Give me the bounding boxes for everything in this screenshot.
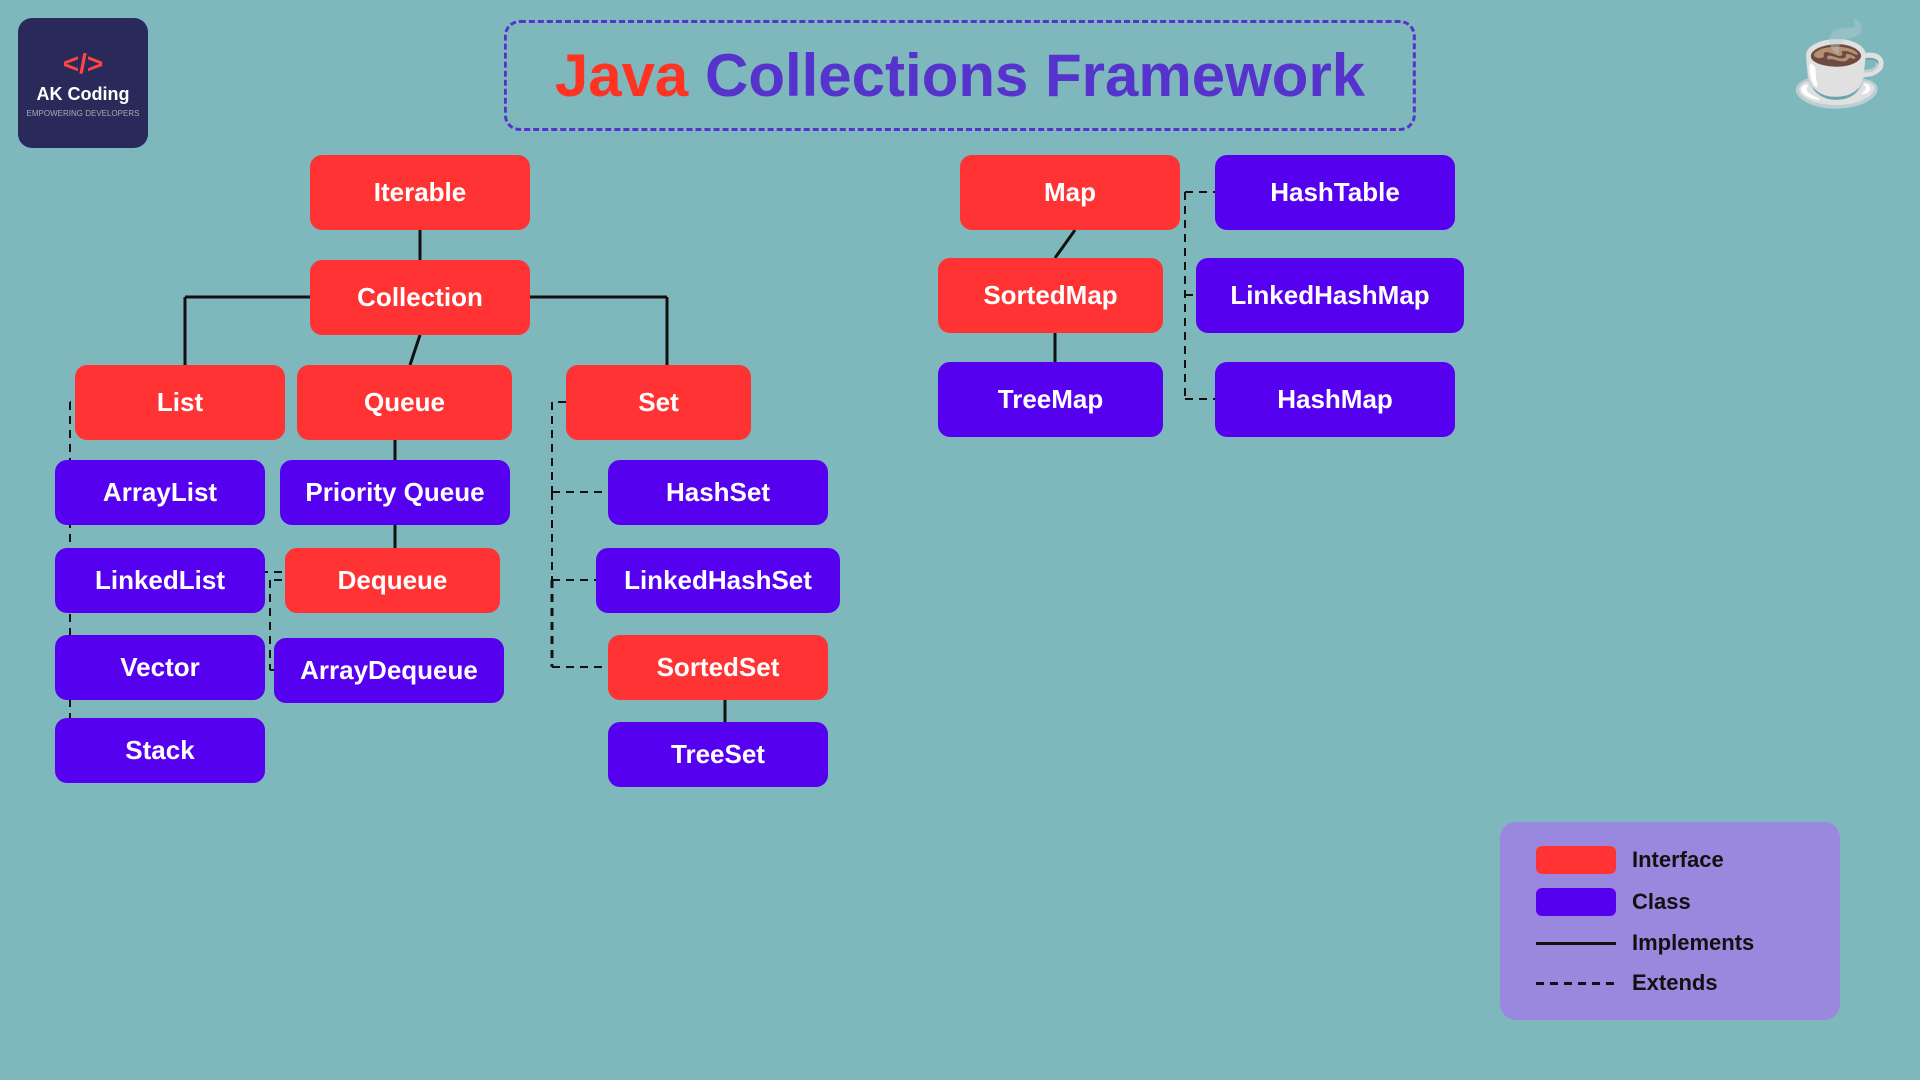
node-treeset: TreeSet <box>608 722 828 787</box>
node-linkedhashset: LinkedHashSet <box>596 548 840 613</box>
node-arraydequeue: ArrayDequeue <box>274 638 504 703</box>
node-hashset: HashSet <box>608 460 828 525</box>
node-priorityqueue: Priority Queue <box>280 460 510 525</box>
node-sortedmap: SortedMap <box>938 258 1163 333</box>
node-list: List <box>75 365 285 440</box>
node-hashtable: HashTable <box>1215 155 1455 230</box>
node-treemap: TreeMap <box>938 362 1163 437</box>
node-set: Set <box>566 365 751 440</box>
java-cup-icon: ☕ <box>1790 18 1890 112</box>
logo-sub: EMPOWERING DEVELOPERS <box>27 109 140 118</box>
node-dequeue: Dequeue <box>285 548 500 613</box>
legend-extends-label: Extends <box>1632 970 1718 996</box>
logo: </> AK Coding EMPOWERING DEVELOPERS <box>18 18 148 148</box>
legend-interface: Interface <box>1536 846 1804 874</box>
legend-extends-dash <box>1536 982 1616 985</box>
legend-implements: Implements <box>1536 930 1804 956</box>
node-queue: Queue <box>297 365 512 440</box>
legend-extends: Extends <box>1536 970 1804 996</box>
node-collection: Collection <box>310 260 530 335</box>
node-linkedhashmap: LinkedHashMap <box>1196 258 1464 333</box>
node-iterable: Iterable <box>310 155 530 230</box>
legend-class-swatch <box>1536 888 1616 916</box>
node-stack: Stack <box>55 718 265 783</box>
logo-code-icon: </> <box>63 48 103 80</box>
legend-class: Class <box>1536 888 1804 916</box>
legend-implements-label: Implements <box>1632 930 1754 956</box>
legend: Interface Class Implements Extends <box>1500 822 1840 1020</box>
node-map: Map <box>960 155 1180 230</box>
node-linkedlist: LinkedList <box>55 548 265 613</box>
node-sortedset: SortedSet <box>608 635 828 700</box>
legend-implements-line <box>1536 942 1616 945</box>
node-hashmap: HashMap <box>1215 362 1455 437</box>
legend-interface-label: Interface <box>1632 847 1724 873</box>
legend-interface-swatch <box>1536 846 1616 874</box>
title-box: Java Collections Framework <box>504 20 1416 131</box>
legend-class-label: Class <box>1632 889 1691 915</box>
title-java: Java <box>555 42 705 109</box>
node-vector: Vector <box>55 635 265 700</box>
title-rest: Collections Framework <box>705 42 1365 109</box>
node-arraylist: ArrayList <box>55 460 265 525</box>
logo-name: AK Coding <box>37 84 130 105</box>
